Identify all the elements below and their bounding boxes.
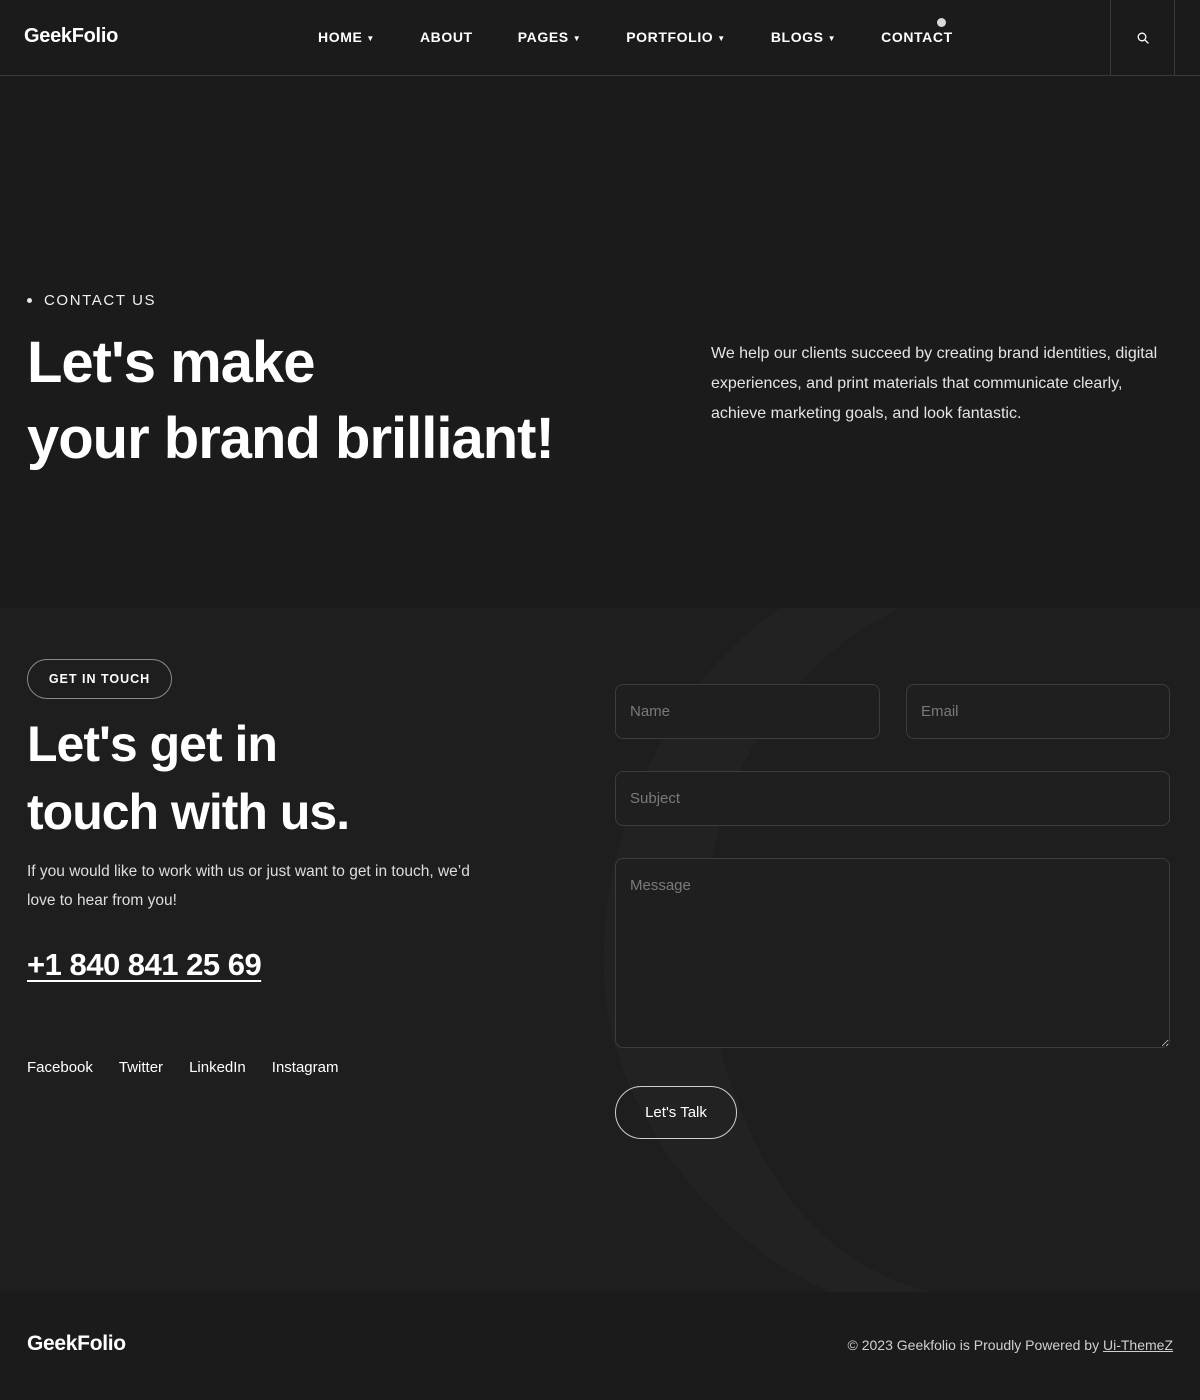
contact-title-line: Let's get in: [27, 716, 278, 772]
hero-description: We help our clients succeed by creating …: [711, 345, 1158, 422]
nav-item-home[interactable]: HOME ▼: [318, 29, 375, 45]
nav-item-label: CONTACT: [881, 29, 953, 45]
search-button[interactable]: [1111, 0, 1174, 75]
chevron-down-icon: ▼: [717, 34, 726, 43]
main-nav: HOME ▼ ABOUT PAGES ▼ PORTFOLIO ▼ BLOGS ▼…: [318, 27, 998, 47]
social-links: Facebook Twitter LinkedIn Instagram: [27, 1059, 364, 1076]
email-field[interactable]: [906, 684, 1170, 739]
lets-talk-button[interactable]: Let's Talk: [615, 1086, 737, 1139]
nav-item-blogs[interactable]: BLOGS ▼: [771, 29, 836, 45]
nav-item-label: BLOGS: [770, 29, 824, 45]
site-header: GeekFolio HOME ▼ ABOUT PAGES ▼ PORTFOLIO…: [0, 0, 1200, 76]
chevron-down-icon: ▼: [572, 34, 582, 43]
hero-title-line: your brand brilliant!: [27, 406, 555, 471]
site-logo[interactable]: GeekFolio: [24, 25, 118, 48]
copyright-prefix: © 2023 Geekfolio is Proudly Powered by: [847, 1337, 1103, 1353]
search-icon: [1137, 32, 1149, 44]
social-link-twitter[interactable]: Twitter: [119, 1059, 163, 1076]
nav-item-label: HOME: [318, 29, 363, 45]
nav-item-about[interactable]: ABOUT: [420, 29, 473, 45]
header-divider: [1174, 0, 1175, 76]
hero-section: CONTACT US Let's make your brand brillia…: [0, 77, 1200, 608]
get-in-touch-badge: GET IN TOUCH: [27, 659, 172, 699]
message-field[interactable]: [615, 858, 1170, 1048]
site-footer: GeekFolio © 2023 Geekfolio is Proudly Po…: [0, 1292, 1200, 1400]
contact-title-line: touch with us.: [27, 784, 350, 840]
social-link-instagram[interactable]: Instagram: [272, 1059, 339, 1076]
hero-title: Let's make your brand brilliant!: [27, 325, 587, 477]
nav-item-label: ABOUT: [419, 29, 473, 45]
name-field[interactable]: [615, 684, 880, 739]
eyebrow-label: CONTACT US: [44, 292, 157, 309]
nav-item-portfolio[interactable]: PORTFOLIO ▼: [626, 29, 726, 45]
chevron-down-icon: ▼: [366, 34, 375, 43]
contact-description: If you would like to work with us or jus…: [27, 863, 470, 909]
copyright-link[interactable]: Ui-ThemeZ: [1103, 1337, 1173, 1353]
nav-item-pages[interactable]: PAGES ▼: [518, 29, 582, 45]
contact-title: Let's get in touch with us.: [27, 710, 507, 846]
chevron-down-icon: ▼: [827, 34, 837, 43]
nav-item-label: PAGES: [517, 29, 569, 45]
cursor-dot: [937, 18, 946, 27]
phone-link[interactable]: +1 840 841 25 69: [27, 947, 262, 983]
copyright-text: © 2023 Geekfolio is Proudly Powered by U…: [848, 1337, 1173, 1353]
subject-field[interactable]: [615, 771, 1170, 826]
social-link-facebook[interactable]: Facebook: [27, 1059, 93, 1076]
nav-item-label: PORTFOLIO: [626, 29, 714, 45]
contact-section: GET IN TOUCH Let's get in touch with us.…: [0, 608, 1200, 1292]
hero-title-line: Let's make: [27, 330, 316, 395]
section-eyebrow: CONTACT US: [27, 292, 156, 309]
bullet-dot-icon: [27, 298, 32, 303]
social-link-linkedin[interactable]: LinkedIn: [189, 1059, 246, 1076]
footer-logo[interactable]: GeekFolio: [27, 1332, 126, 1356]
nav-item-contact[interactable]: CONTACT: [881, 29, 953, 45]
